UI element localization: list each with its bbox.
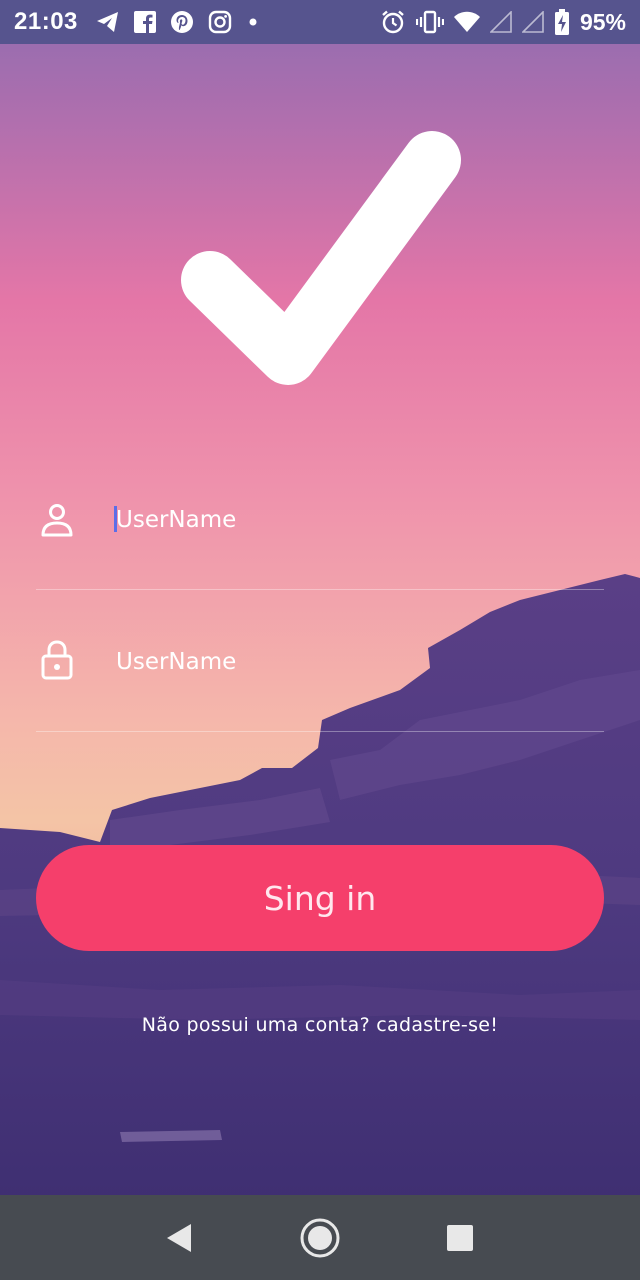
lock-icon [41, 640, 73, 680]
status-bar: 21:03 95% [0, 0, 640, 44]
pinterest-icon [170, 10, 194, 34]
battery-percentage: 95% [579, 8, 626, 35]
notification-icons [96, 10, 260, 34]
text-cursor [114, 506, 117, 532]
system-icons: 95% [380, 9, 626, 36]
login-screen: 21:03 95% UserName Sing in Não possui um… [0, 0, 640, 1280]
back-icon[interactable] [150, 1208, 210, 1268]
alarm-icon [380, 9, 406, 35]
recents-icon[interactable] [430, 1208, 490, 1268]
dot-icon [246, 15, 260, 29]
signal-icon [489, 11, 512, 33]
checkmark-icon [181, 131, 461, 385]
signup-link[interactable]: Não possui uma conta? cadastre-se! [0, 1014, 640, 1036]
signal-icon [521, 11, 544, 33]
facebook-icon [133, 11, 156, 33]
username-input[interactable] [116, 498, 576, 542]
vibrate-icon [415, 10, 444, 34]
instagram-icon [208, 10, 232, 34]
wifi-icon [453, 11, 480, 33]
sign-in-button[interactable]: Sing in [36, 845, 604, 951]
home-icon[interactable] [290, 1208, 350, 1268]
status-time: 21:03 [14, 8, 78, 35]
password-field [36, 616, 604, 732]
telegram-icon [96, 11, 120, 33]
user-icon [41, 504, 73, 537]
username-field [36, 474, 604, 590]
navigation-bar [0, 1195, 640, 1280]
password-input[interactable] [116, 640, 576, 684]
battery-charging-icon [554, 9, 570, 35]
